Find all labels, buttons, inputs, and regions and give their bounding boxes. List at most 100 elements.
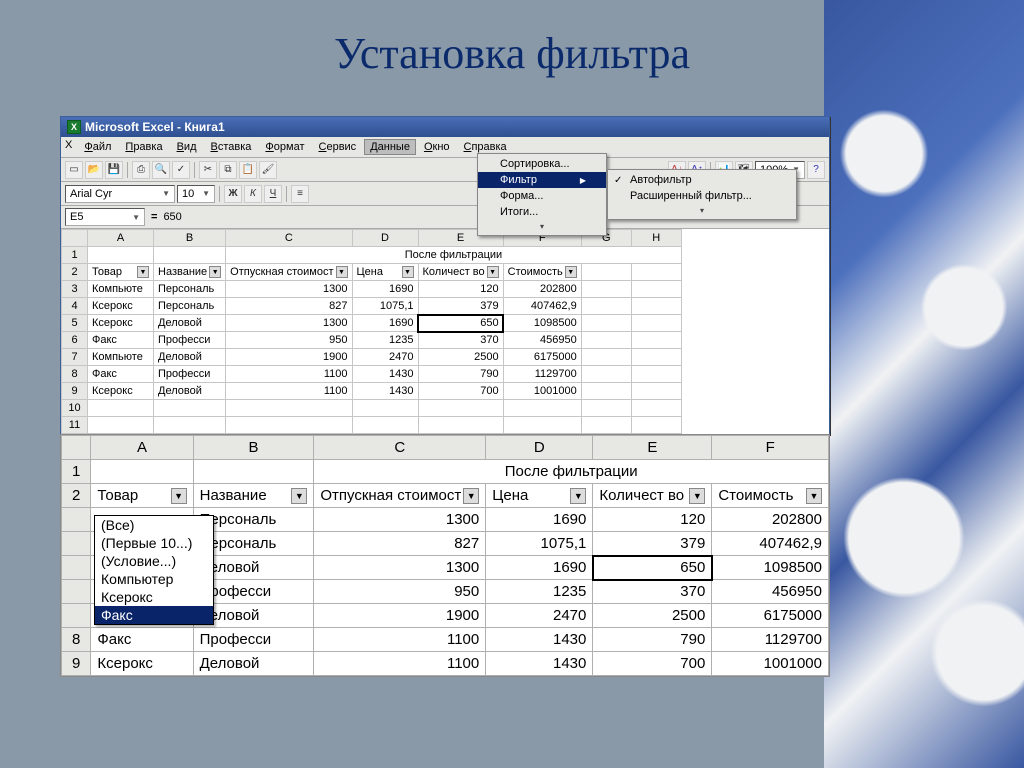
- cell[interactable]: Професси: [193, 628, 314, 652]
- cell[interactable]: 1300: [314, 508, 486, 532]
- name-box[interactable]: E5 ▼: [65, 208, 145, 226]
- preview-icon[interactable]: 🔍: [152, 161, 170, 179]
- menu-правка[interactable]: Правка: [119, 139, 168, 155]
- cell[interactable]: [581, 366, 631, 383]
- menu-файл[interactable]: Файл: [78, 139, 117, 155]
- row-header[interactable]: 4: [62, 298, 88, 315]
- cell[interactable]: 370: [593, 580, 712, 604]
- row-header[interactable]: 2: [62, 484, 91, 508]
- cell[interactable]: [503, 400, 581, 417]
- col-header[interactable]: H: [631, 230, 681, 247]
- filter-header-cell[interactable]: Количест во▼: [418, 264, 503, 281]
- cell[interactable]: Ксерокс: [91, 652, 193, 676]
- italic-button[interactable]: К: [244, 185, 262, 203]
- cell[interactable]: [631, 332, 681, 349]
- cell[interactable]: 6175000: [503, 349, 581, 366]
- cell[interactable]: 827: [226, 298, 352, 315]
- cell[interactable]: Деловой: [154, 383, 226, 400]
- menubar[interactable]: XФайлПравкаВидВставкаФорматСервисДанныеО…: [61, 137, 829, 158]
- menu-item[interactable]: Форма...: [478, 188, 606, 204]
- col-header[interactable]: D: [352, 230, 418, 247]
- cell[interactable]: 650: [593, 556, 712, 580]
- submenu-item[interactable]: Расширенный фильтр...: [608, 188, 796, 204]
- row-header[interactable]: 1: [62, 247, 88, 264]
- cell[interactable]: Компьюте: [88, 281, 154, 298]
- cell[interactable]: [418, 417, 503, 434]
- filter-header-cell[interactable]: Товар▼: [88, 264, 154, 281]
- cell[interactable]: 370: [418, 332, 503, 349]
- cell[interactable]: [631, 298, 681, 315]
- row-header[interactable]: 7: [62, 349, 88, 366]
- filter-option[interactable]: Ксерокс: [95, 588, 213, 606]
- filter-arrow-icon[interactable]: ▼: [806, 488, 822, 504]
- cell[interactable]: 456950: [503, 332, 581, 349]
- cell[interactable]: 2470: [486, 604, 593, 628]
- cell[interactable]: Факс: [88, 332, 154, 349]
- save-icon[interactable]: 💾: [105, 161, 123, 179]
- underline-button[interactable]: Ч: [264, 185, 282, 203]
- row-header[interactable]: 8: [62, 628, 91, 652]
- menu-expand-icon[interactable]: ▾: [478, 220, 606, 233]
- cell[interactable]: 6175000: [712, 604, 829, 628]
- cell[interactable]: [503, 417, 581, 434]
- cell[interactable]: Професси: [154, 366, 226, 383]
- cell[interactable]: Факс: [88, 366, 154, 383]
- font-name-combo[interactable]: Arial Cyr ▼: [65, 185, 175, 203]
- row-header[interactable]: 10: [62, 400, 88, 417]
- filter-arrow-icon[interactable]: ▼: [402, 266, 414, 278]
- row-header[interactable]: 1: [62, 460, 91, 484]
- cell[interactable]: 1235: [352, 332, 418, 349]
- new-icon[interactable]: ▭: [65, 161, 83, 179]
- cell[interactable]: [418, 400, 503, 417]
- filter-header-cell[interactable]: Цена▼: [352, 264, 418, 281]
- cell[interactable]: 650: [418, 315, 503, 332]
- cell[interactable]: [581, 400, 631, 417]
- cell[interactable]: Факс: [91, 628, 193, 652]
- filter-option[interactable]: Факс: [95, 606, 213, 624]
- cell[interactable]: 456950: [712, 580, 829, 604]
- filter-header-cell[interactable]: Стоимость▼: [712, 484, 829, 508]
- filter-header-cell[interactable]: Цена▼: [486, 484, 593, 508]
- cell[interactable]: 1430: [352, 383, 418, 400]
- menu-вид[interactable]: Вид: [171, 139, 203, 155]
- cell[interactable]: 120: [418, 281, 503, 298]
- cell[interactable]: [581, 298, 631, 315]
- spreadsheet-grid[interactable]: ABCDEFGH1После фильтрации2Товар▼Название…: [61, 229, 682, 434]
- cell[interactable]: [154, 400, 226, 417]
- filter-option[interactable]: (Первые 10...): [95, 534, 213, 552]
- cell[interactable]: 120: [593, 508, 712, 532]
- cell[interactable]: 2470: [352, 349, 418, 366]
- row-header[interactable]: 9: [62, 652, 91, 676]
- cell[interactable]: [581, 349, 631, 366]
- open-icon[interactable]: 📂: [85, 161, 103, 179]
- cell[interactable]: 1098500: [503, 315, 581, 332]
- cell[interactable]: Деловой: [154, 315, 226, 332]
- menu-формат[interactable]: Формат: [259, 139, 310, 155]
- cell[interactable]: Ксерокс: [88, 298, 154, 315]
- row-header[interactable]: 5: [62, 315, 88, 332]
- cell[interactable]: 790: [418, 366, 503, 383]
- cell[interactable]: 1100: [226, 366, 352, 383]
- cell[interactable]: 1100: [314, 628, 486, 652]
- cell[interactable]: 1129700: [712, 628, 829, 652]
- cell[interactable]: 1690: [486, 556, 593, 580]
- cell[interactable]: 202800: [712, 508, 829, 532]
- row-header[interactable]: [62, 532, 91, 556]
- row-header[interactable]: 6: [62, 332, 88, 349]
- cell[interactable]: 1900: [314, 604, 486, 628]
- cell[interactable]: [631, 315, 681, 332]
- col-header[interactable]: A: [91, 436, 193, 460]
- cell[interactable]: 407462,9: [503, 298, 581, 315]
- cell[interactable]: 1100: [226, 383, 352, 400]
- data-menu-popup[interactable]: Сортировка...Фильтр▶Форма...Итоги...▾: [477, 153, 607, 236]
- cell[interactable]: 1100: [314, 652, 486, 676]
- cell[interactable]: 379: [418, 298, 503, 315]
- cell[interactable]: [631, 349, 681, 366]
- filter-arrow-icon[interactable]: ▼: [565, 266, 577, 278]
- filter-arrow-icon[interactable]: ▼: [336, 266, 348, 278]
- spell-icon[interactable]: ✓: [172, 161, 190, 179]
- cell[interactable]: Ксерокс: [88, 383, 154, 400]
- cell[interactable]: Професси: [154, 332, 226, 349]
- cell[interactable]: Компьюте: [88, 349, 154, 366]
- copy-icon[interactable]: ⧉: [219, 161, 237, 179]
